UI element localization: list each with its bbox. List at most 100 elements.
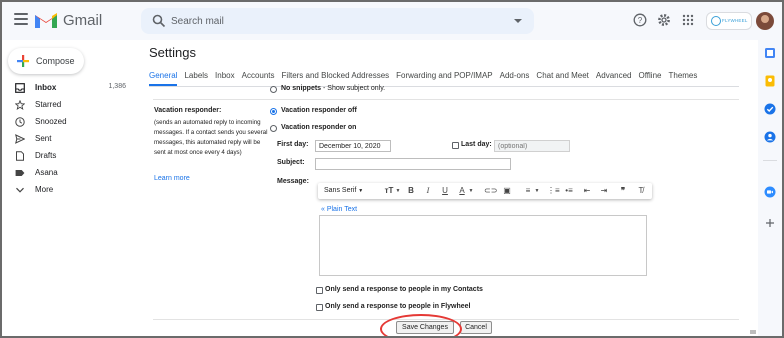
tab-labels[interactable]: Labels — [184, 68, 208, 86]
star-icon — [15, 100, 25, 110]
message-body-editor[interactable] — [319, 215, 647, 276]
vacation-on-label: Vacation responder on — [281, 124, 357, 131]
italic-icon[interactable]: I — [423, 186, 433, 196]
keep-icon[interactable] — [764, 75, 776, 87]
no-snippets-desc: - Show subject only. — [321, 85, 386, 92]
sidebar-item-snoozed[interactable]: Snoozed — [2, 114, 138, 130]
gear-icon[interactable] — [657, 13, 671, 27]
align-icon[interactable]: ≡ — [523, 186, 533, 196]
compose-button[interactable]: Compose — [8, 48, 84, 74]
clock-icon — [15, 117, 25, 127]
message-label: Message: — [277, 178, 309, 185]
tab-offline[interactable]: Offline — [639, 68, 662, 86]
contacts-icon[interactable] — [764, 131, 776, 143]
no-snippets-option: No snippets - Show subject only. — [281, 85, 385, 92]
avatar[interactable] — [756, 12, 774, 30]
gmail-window: Gmail ? FLYWHEEL — [2, 2, 782, 336]
scrollbar[interactable] — [750, 330, 756, 334]
sidebar-item-asana[interactable]: Asana — [2, 165, 138, 181]
indent-less-icon[interactable]: ⇤ — [582, 186, 592, 196]
only-contacts-label: Only send a response to people in my Con… — [325, 286, 483, 293]
tab-accounts[interactable]: Accounts — [242, 68, 275, 86]
numbered-list-icon[interactable]: ⋮≡ — [547, 186, 560, 196]
vacation-responder-heading: Vacation responder: — [154, 107, 222, 114]
image-icon[interactable]: ▣ — [502, 186, 512, 196]
tab-add-ons[interactable]: Add-ons — [500, 68, 530, 86]
search-icon[interactable] — [152, 14, 166, 28]
sidebar-item-sent[interactable]: Sent — [2, 131, 138, 147]
plus-icon — [17, 55, 29, 67]
tab-chat-and-meet[interactable]: Chat and Meet — [536, 68, 588, 86]
app-name: Gmail — [63, 11, 103, 29]
formatting-toolbar: Sans Serif ▼ тT ▼ B I U A ▼ ⊂⊃ ▣ ≡ ▼ ⋮≡ … — [318, 183, 652, 199]
cancel-button[interactable]: Cancel — [460, 321, 492, 334]
plain-text-link[interactable]: « Plain Text — [321, 206, 357, 213]
sidebar-item-label: More — [35, 185, 54, 194]
account-badge[interactable]: FLYWHEEL — [706, 12, 752, 30]
sidebar-item-starred[interactable]: Starred — [2, 97, 138, 113]
flywheel-logo-icon — [711, 16, 721, 26]
font-select[interactable]: Sans Serif ▼ — [324, 187, 363, 194]
sidebar-item-drafts[interactable]: Drafts — [2, 148, 138, 164]
sidebar-item-label: Starred — [35, 100, 62, 109]
only-domain-label: Only send a response to people in Flywhe… — [325, 303, 471, 310]
sidebar-item-more[interactable]: More — [2, 182, 138, 198]
vacation-on-radio[interactable] — [270, 125, 277, 132]
sidebar-item-label: Sent — [35, 134, 52, 143]
first-day-label: First day: — [277, 141, 309, 148]
highlight-circle — [380, 314, 462, 336]
subject-field[interactable] — [315, 158, 511, 170]
link-icon[interactable]: ⊂⊃ — [484, 186, 497, 196]
search-input[interactable] — [171, 12, 491, 30]
calendar-icon[interactable] — [764, 47, 776, 59]
tab-themes[interactable]: Themes — [668, 68, 697, 86]
text-color-icon[interactable]: A — [457, 186, 467, 196]
vacation-off-radio[interactable] — [270, 108, 277, 115]
search-bar[interactable] — [141, 8, 534, 34]
zoom-icon[interactable] — [764, 186, 776, 198]
apps-grid-icon[interactable] — [681, 13, 695, 27]
only-domain-checkbox[interactable] — [316, 304, 323, 311]
sidebar-item-label: Inbox — [35, 83, 57, 92]
inbox-count: 1,386 — [108, 83, 126, 90]
account-label: FLYWHEEL — [722, 18, 748, 23]
send-icon — [15, 134, 25, 144]
gmail-logo[interactable]: Gmail — [34, 10, 102, 30]
bulleted-list-icon[interactable]: •≡ — [564, 186, 574, 196]
sidebar-item-inbox[interactable]: Inbox 1,386 — [2, 80, 138, 96]
sidebar-item-label: Drafts — [35, 151, 57, 160]
last-day-field[interactable] — [494, 140, 570, 152]
only-contacts-checkbox[interactable] — [316, 287, 323, 294]
quote-icon[interactable]: ❞ — [618, 186, 628, 196]
text-color-caret-icon[interactable]: ▼ — [468, 186, 474, 196]
compose-label: Compose — [36, 56, 75, 66]
underline-icon[interactable]: U — [440, 186, 450, 196]
align-caret-icon[interactable]: ▼ — [534, 186, 540, 196]
text-size-icon[interactable]: тT — [382, 186, 396, 196]
add-addon-icon[interactable] — [765, 218, 775, 228]
draft-icon — [16, 151, 24, 161]
gmail-m-icon — [35, 13, 57, 28]
tab-forwarding[interactable]: Forwarding and POP/IMAP — [396, 68, 492, 86]
vacation-responder-description: (sends an automated reply to incoming me… — [154, 119, 268, 156]
chevron-down-icon — [16, 187, 24, 193]
tab-inbox[interactable]: Inbox — [215, 68, 235, 86]
first-day-field[interactable] — [315, 140, 391, 152]
help-icon[interactable]: ? — [633, 13, 647, 27]
remove-formatting-icon[interactable]: T̸ — [636, 186, 646, 196]
no-snippets-radio[interactable] — [270, 86, 277, 93]
last-day-checkbox[interactable] — [452, 142, 459, 149]
last-day-label: Last day: — [461, 141, 492, 148]
learn-more-link[interactable]: Learn more — [154, 175, 190, 182]
panel-divider — [763, 160, 777, 161]
main-menu-icon[interactable] — [14, 13, 28, 25]
indent-more-icon[interactable]: ⇥ — [599, 186, 609, 196]
bold-icon[interactable]: B — [406, 186, 416, 196]
text-size-caret-icon[interactable]: ▼ — [395, 186, 401, 196]
tab-general[interactable]: General — [149, 68, 178, 86]
tab-advanced[interactable]: Advanced — [596, 68, 632, 86]
sidebar-item-label: Snoozed — [35, 117, 67, 126]
search-options-icon[interactable] — [514, 19, 522, 23]
tab-filters[interactable]: Filters and Blocked Addresses — [282, 68, 390, 86]
tasks-icon[interactable] — [764, 103, 776, 115]
